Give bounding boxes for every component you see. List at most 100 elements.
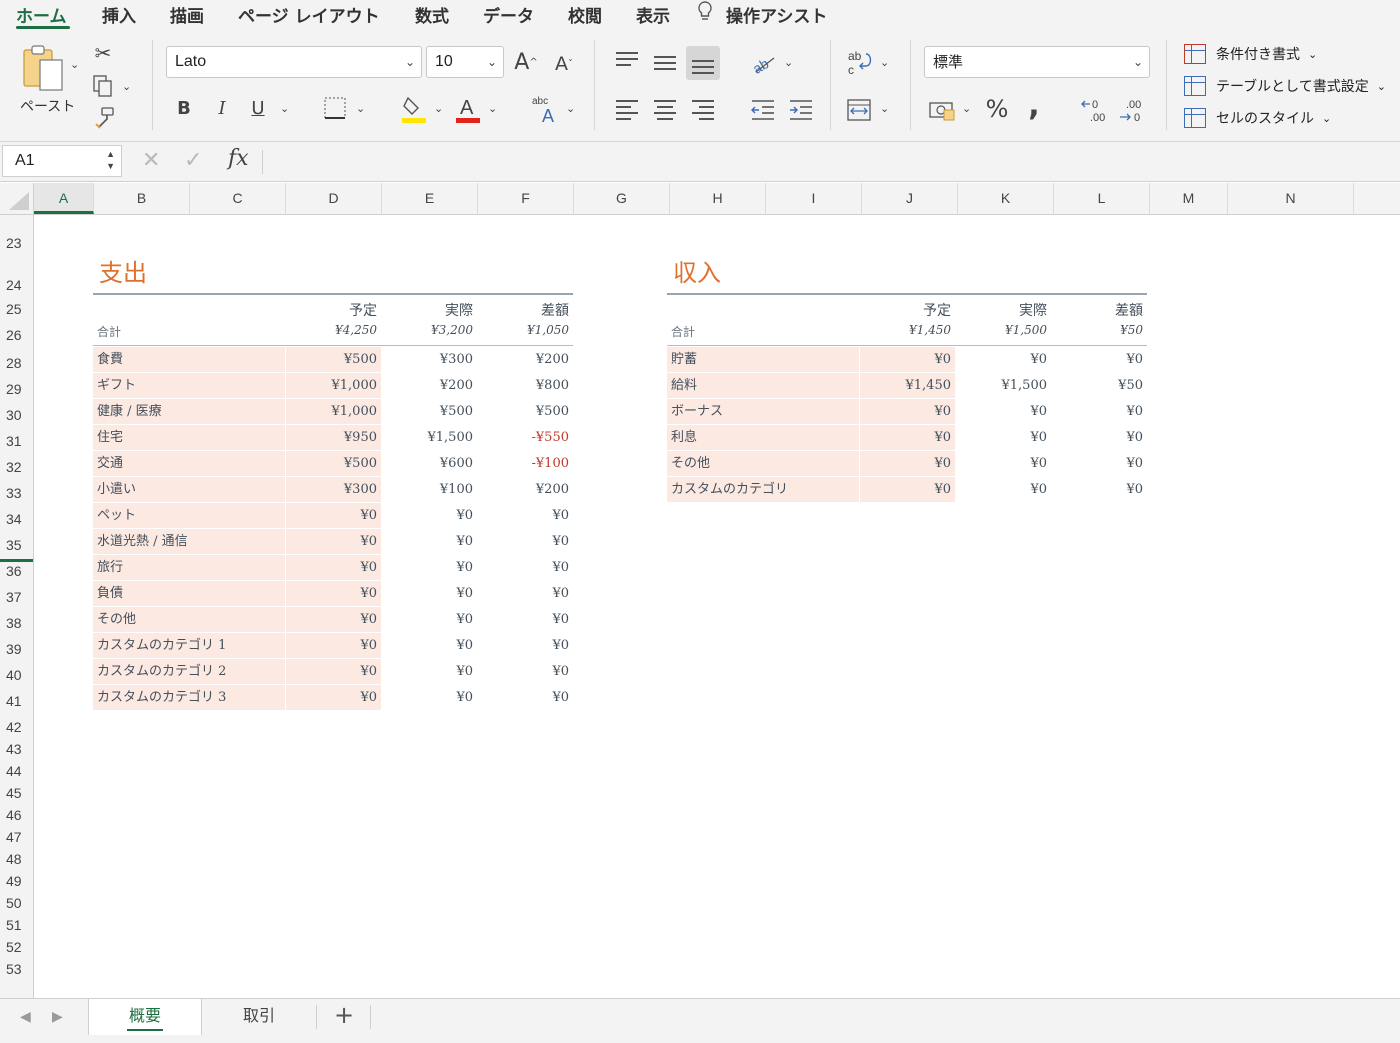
increase-indent-icon[interactable] [788, 98, 814, 122]
actual-cell[interactable]: ¥0 [955, 477, 1051, 503]
font-color-chevron-down-icon[interactable]: ⌄ [488, 102, 497, 115]
tab-page-layout[interactable]: ページ レイアウト [238, 2, 380, 27]
row-header-23[interactable]: 23 [0, 235, 33, 251]
sheet-tab-transactions[interactable]: 取引 [202, 999, 316, 1035]
actual-cell[interactable]: ¥1,500 [955, 373, 1051, 399]
row-header-49[interactable]: 49 [0, 873, 33, 889]
actual-cell[interactable]: ¥0 [955, 451, 1051, 477]
table-row[interactable]: 水道光熱 / 通信 ¥0 ¥0 ¥0 [93, 529, 573, 555]
phonetic-chevron-down-icon[interactable]: ⌄ [566, 102, 575, 115]
table-row[interactable]: ボーナス ¥0 ¥0 ¥0 [667, 399, 1147, 425]
row-header-42[interactable]: 42 [0, 719, 33, 735]
diff-cell[interactable]: ¥0 [1051, 399, 1147, 425]
row-header-35[interactable]: 35 [0, 537, 33, 553]
row-header-25[interactable]: 25 [0, 301, 33, 317]
select-all-corner[interactable] [0, 183, 34, 214]
tab-data[interactable]: データ [483, 2, 534, 27]
align-middle-icon[interactable] [654, 56, 676, 74]
formula-input[interactable] [270, 145, 1390, 177]
diff-cell[interactable]: -¥550 [477, 425, 573, 451]
row-header-53[interactable]: 53 [0, 961, 33, 977]
diff-cell[interactable]: ¥0 [477, 503, 573, 529]
actual-cell[interactable]: ¥600 [381, 451, 477, 477]
row-header-45[interactable]: 45 [0, 785, 33, 801]
table-row[interactable]: 交通 ¥500 ¥600 -¥100 [93, 451, 573, 477]
borders-icon[interactable] [322, 96, 348, 120]
table-row[interactable]: ギフト ¥1,000 ¥200 ¥800 [93, 373, 573, 399]
plan-cell[interactable]: ¥0 [859, 451, 955, 477]
table-row[interactable]: 利息 ¥0 ¥0 ¥0 [667, 425, 1147, 451]
diff-cell[interactable]: ¥0 [477, 633, 573, 659]
row-header-37[interactable]: 37 [0, 589, 33, 605]
plan-cell[interactable]: ¥0 [285, 555, 381, 581]
percent-style-button[interactable]: % [982, 94, 1012, 124]
plan-cell[interactable]: ¥0 [285, 581, 381, 607]
number-format-combo[interactable]: 標準 ⌄ [924, 46, 1150, 78]
category-cell[interactable]: 水道光熱 / 通信 [93, 529, 285, 555]
table-row[interactable]: 負債 ¥0 ¥0 ¥0 [93, 581, 573, 607]
orientation-chevron-down-icon[interactable]: ⌄ [784, 56, 793, 69]
column-header-n[interactable]: N [1228, 183, 1354, 214]
column-header-m[interactable]: M [1150, 183, 1228, 214]
tab-tell-me[interactable]: 操作アシスト [726, 2, 827, 27]
plan-cell[interactable]: ¥1,000 [285, 399, 381, 425]
bold-button[interactable]: B [172, 94, 196, 122]
actual-cell[interactable]: ¥1,500 [381, 425, 477, 451]
column-header-d[interactable]: D [286, 183, 382, 214]
column-header-g[interactable]: G [574, 183, 670, 214]
category-cell[interactable]: 利息 [667, 425, 859, 451]
row-header-41[interactable]: 41 [0, 693, 33, 709]
accounting-chevron-down-icon[interactable]: ⌄ [962, 102, 971, 115]
column-header-k[interactable]: K [958, 183, 1054, 214]
table-row[interactable]: 健康 / 医療 ¥1,000 ¥500 ¥500 [93, 399, 573, 425]
scroll-left-icon[interactable]: ◀ [20, 1009, 31, 1025]
row-header-28[interactable]: 28 [0, 355, 33, 371]
row-header-38[interactable]: 38 [0, 615, 33, 631]
category-cell[interactable]: カスタムのカテゴリ [667, 477, 859, 503]
actual-cell[interactable]: ¥0 [381, 581, 477, 607]
plan-cell[interactable]: ¥0 [285, 659, 381, 685]
row-header-52[interactable]: 52 [0, 939, 33, 955]
row-header-46[interactable]: 46 [0, 807, 33, 823]
diff-cell[interactable]: ¥0 [1051, 347, 1147, 373]
table-row[interactable]: カスタムのカテゴリ 3 ¥0 ¥0 ¥0 [93, 685, 573, 711]
copy-icon[interactable] [92, 74, 114, 98]
plan-cell[interactable]: ¥0 [859, 347, 955, 373]
table-row[interactable]: その他 ¥0 ¥0 ¥0 [667, 451, 1147, 477]
row-header-30[interactable]: 30 [0, 407, 33, 423]
table-row[interactable]: 小遣い ¥300 ¥100 ¥200 [93, 477, 573, 503]
merge-center-icon[interactable] [846, 98, 872, 122]
tab-view[interactable]: 表示 [636, 2, 670, 27]
column-header-j[interactable]: J [862, 183, 958, 214]
row-header-48[interactable]: 48 [0, 851, 33, 867]
actual-cell[interactable]: ¥300 [381, 347, 477, 373]
increase-font-size-icon[interactable]: A ^ [512, 48, 540, 76]
plan-cell[interactable]: ¥0 [285, 633, 381, 659]
column-header-c[interactable]: C [190, 183, 286, 214]
table-row[interactable]: 食費 ¥500 ¥300 ¥200 [93, 347, 573, 373]
font-color-icon[interactable]: A [454, 94, 482, 124]
actual-cell[interactable]: ¥0 [381, 633, 477, 659]
row-header-26[interactable]: 26 [0, 327, 33, 343]
diff-cell[interactable]: ¥0 [477, 607, 573, 633]
table-row[interactable]: カスタムのカテゴリ 1 ¥0 ¥0 ¥0 [93, 633, 573, 659]
merge-chevron-down-icon[interactable]: ⌄ [880, 102, 889, 115]
category-cell[interactable]: その他 [667, 451, 859, 477]
actual-cell[interactable]: ¥200 [381, 373, 477, 399]
column-header-l[interactable]: L [1054, 183, 1150, 214]
category-cell[interactable]: 給料 [667, 373, 859, 399]
row-header-31[interactable]: 31 [0, 433, 33, 449]
actual-cell[interactable]: ¥0 [381, 685, 477, 711]
tab-draw[interactable]: 描画 [170, 2, 204, 27]
diff-cell[interactable]: ¥0 [477, 659, 573, 685]
underline-chevron-down-icon[interactable]: ⌄ [280, 102, 289, 115]
borders-chevron-down-icon[interactable]: ⌄ [356, 102, 365, 115]
format-painter-icon[interactable] [92, 106, 116, 130]
category-cell[interactable]: 住宅 [93, 425, 285, 451]
actual-cell[interactable]: ¥0 [955, 425, 1051, 451]
row-header-51[interactable]: 51 [0, 917, 33, 933]
decrease-font-size-icon[interactable]: Aˇ [550, 50, 578, 78]
diff-cell[interactable]: ¥200 [477, 347, 573, 373]
tab-formulas[interactable]: 数式 [415, 2, 449, 27]
row-header-32[interactable]: 32 [0, 459, 33, 475]
